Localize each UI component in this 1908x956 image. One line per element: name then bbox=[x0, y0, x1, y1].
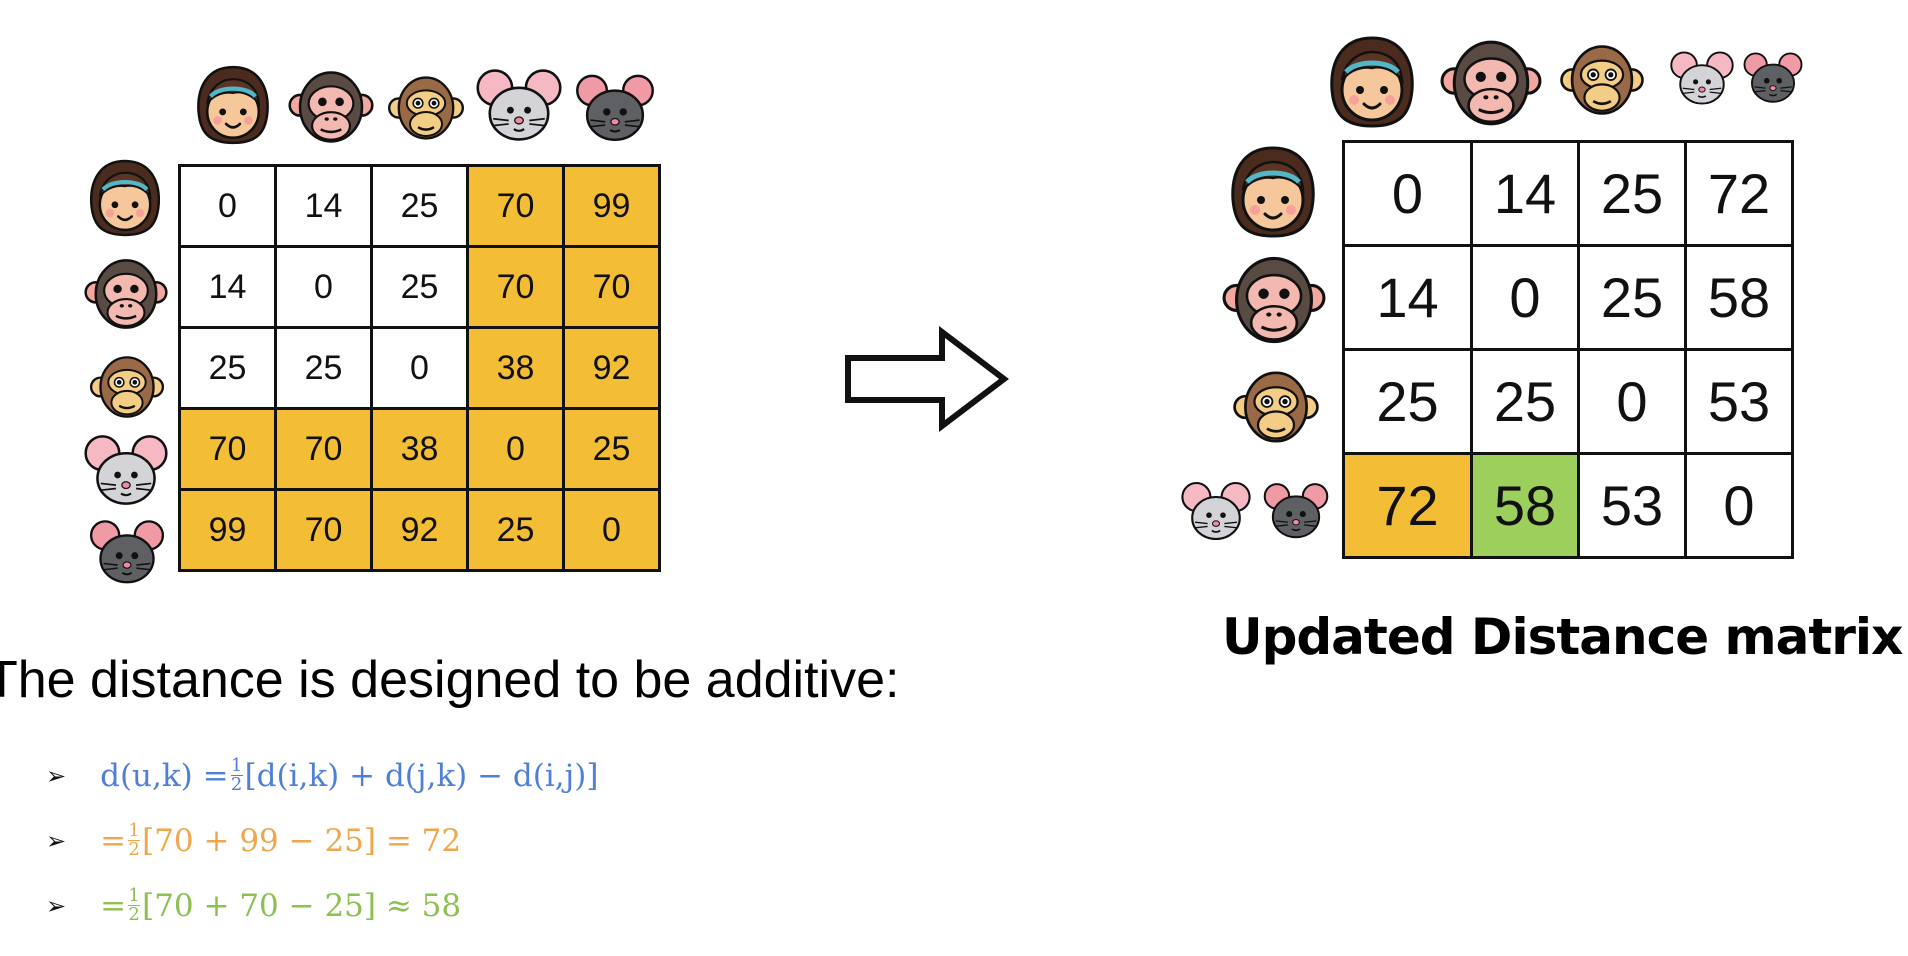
orange-calculation-line: ➢ = 1 2 [70 + 99 − 25] = 72 bbox=[46, 822, 461, 859]
matrix-cell: 53 bbox=[1684, 348, 1794, 455]
matrix-cell: 99 bbox=[562, 164, 661, 248]
additive-heading: The distance is designed to be additive: bbox=[0, 651, 900, 709]
matrix-cell: 0 bbox=[370, 326, 469, 410]
matrix-cell: 70 bbox=[562, 245, 661, 329]
girl-face-icon bbox=[1318, 32, 1426, 132]
updated-matrix-title: Updated Distance matrix bbox=[1222, 608, 1903, 666]
matrix-cell: 58 bbox=[1470, 452, 1580, 559]
matrix-row: 72 58 53 0 bbox=[1342, 452, 1794, 559]
matrix-cell: 25 bbox=[1577, 244, 1687, 351]
fraction-denominator: 2 bbox=[230, 774, 243, 795]
fraction-numerator: 1 bbox=[230, 755, 243, 776]
matrix-cell: 25 bbox=[1577, 140, 1687, 247]
matrix-cell: 25 bbox=[1470, 348, 1580, 455]
matrix-row: 25 25 0 53 bbox=[1342, 348, 1794, 455]
matrix-cell: 92 bbox=[370, 488, 469, 572]
updated-distance-matrix: 0 14 25 72 14 0 25 58 25 25 0 53 72 58 53 0 bbox=[1342, 140, 1794, 559]
matrix-cell: 25 bbox=[370, 245, 469, 329]
matrix-row: 14 0 25 58 bbox=[1342, 244, 1794, 351]
matrix-cell: 70 bbox=[466, 164, 565, 248]
monkey-face-icon bbox=[1226, 362, 1326, 452]
matrix-cell: 0 bbox=[562, 488, 661, 572]
bullet-arrow-icon: ➢ bbox=[46, 761, 67, 790]
matrix-cell: 72 bbox=[1342, 452, 1473, 559]
matrix-cell: 70 bbox=[274, 488, 373, 572]
matrix-cell: 38 bbox=[370, 407, 469, 491]
matrix-cell: 92 bbox=[562, 326, 661, 410]
dark-mouse-face-icon bbox=[86, 512, 168, 590]
girl-face-icon bbox=[80, 156, 170, 240]
dark-mouse-face-icon bbox=[1260, 476, 1332, 544]
matrix-cell: 25 bbox=[274, 326, 373, 410]
matrix-cell: 25 bbox=[178, 326, 277, 410]
chimpanzee-face-icon bbox=[1214, 248, 1334, 352]
formula-fraction: 1 2 bbox=[230, 755, 243, 795]
chimpanzee-face-icon bbox=[284, 64, 378, 150]
matrix-cell: 58 bbox=[1684, 244, 1794, 351]
matrix-cell: 25 bbox=[562, 407, 661, 491]
matrix-cell: 53 bbox=[1577, 452, 1687, 559]
orange-fraction: 1 2 bbox=[128, 820, 141, 860]
matrix-row: 99 70 92 25 0 bbox=[178, 488, 661, 572]
gray-mouse-face-icon bbox=[1178, 476, 1254, 546]
matrix-cell: 0 bbox=[274, 245, 373, 329]
green-rhs: [70 + 70 − 25] ≈ 58 bbox=[142, 887, 462, 924]
dark-mouse-face-icon bbox=[1740, 46, 1806, 108]
formula-lhs: d(u,k) = bbox=[100, 757, 229, 794]
green-calculation-line: ➢ = 1 2 [70 + 70 − 25] ≈ 58 bbox=[46, 887, 461, 924]
matrix-cell: 70 bbox=[178, 407, 277, 491]
chimpanzee-face-icon bbox=[76, 252, 176, 336]
matrix-cell: 0 bbox=[1577, 348, 1687, 455]
girl-face-icon bbox=[1218, 142, 1328, 242]
matrix-cell: 14 bbox=[1342, 244, 1473, 351]
matrix-cell: 0 bbox=[1342, 140, 1473, 247]
fraction-numerator: 1 bbox=[128, 820, 140, 841]
fraction-denominator: 2 bbox=[128, 904, 140, 925]
green-lhs: = bbox=[100, 887, 127, 924]
matrix-row: 0 14 25 72 bbox=[1342, 140, 1794, 247]
fraction-denominator: 2 bbox=[128, 839, 140, 860]
matrix-cell: 25 bbox=[1342, 348, 1473, 455]
matrix-cell: 14 bbox=[1470, 140, 1580, 247]
green-fraction: 1 2 bbox=[128, 885, 141, 925]
matrix-cell: 14 bbox=[274, 164, 373, 248]
matrix-cell: 38 bbox=[466, 326, 565, 410]
formula-rhs: [d(i,k) + d(j,k) − d(i,j)] bbox=[244, 757, 599, 794]
matrix-cell: 72 bbox=[1684, 140, 1794, 247]
monkey-face-icon bbox=[384, 68, 468, 148]
matrix-row: 70 70 38 0 25 bbox=[178, 407, 661, 491]
dark-mouse-face-icon bbox=[572, 66, 658, 148]
monkey-face-icon bbox=[1556, 36, 1648, 124]
matrix-row: 14 0 25 70 70 bbox=[178, 245, 661, 329]
matrix-row: 0 14 25 70 99 bbox=[178, 164, 661, 248]
matrix-row: 25 25 0 38 92 bbox=[178, 326, 661, 410]
girl-face-icon bbox=[190, 62, 276, 148]
gray-mouse-face-icon bbox=[80, 428, 172, 512]
matrix-cell: 0 bbox=[466, 407, 565, 491]
orange-rhs: [70 + 99 − 25] = 72 bbox=[142, 822, 462, 859]
matrix-cell: 0 bbox=[1470, 244, 1580, 351]
bullet-arrow-icon: ➢ bbox=[46, 826, 67, 855]
matrix-cell: 0 bbox=[1684, 452, 1794, 559]
formula-line: ➢ d(u,k) = 1 2 [d(i,k) + d(j,k) − d(i,j)… bbox=[46, 757, 598, 794]
matrix-cell: 0 bbox=[178, 164, 277, 248]
gray-mouse-face-icon bbox=[474, 62, 564, 148]
matrix-cell: 14 bbox=[178, 245, 277, 329]
matrix-cell: 25 bbox=[370, 164, 469, 248]
fraction-numerator: 1 bbox=[128, 885, 140, 906]
matrix-cell: 70 bbox=[274, 407, 373, 491]
gray-mouse-face-icon bbox=[1668, 46, 1736, 110]
original-distance-matrix: 0 14 25 70 99 14 0 25 70 70 25 25 0 38 92 70 70 38 0 25 99 70… bbox=[178, 164, 661, 572]
matrix-cell: 99 bbox=[178, 488, 277, 572]
monkey-face-icon bbox=[84, 348, 170, 426]
chimpanzee-face-icon bbox=[1436, 32, 1546, 134]
matrix-cell: 70 bbox=[466, 245, 565, 329]
matrix-cell: 25 bbox=[466, 488, 565, 572]
bullet-arrow-icon: ➢ bbox=[46, 891, 67, 920]
orange-lhs: = bbox=[100, 822, 127, 859]
right-arrow-icon bbox=[845, 326, 1009, 432]
